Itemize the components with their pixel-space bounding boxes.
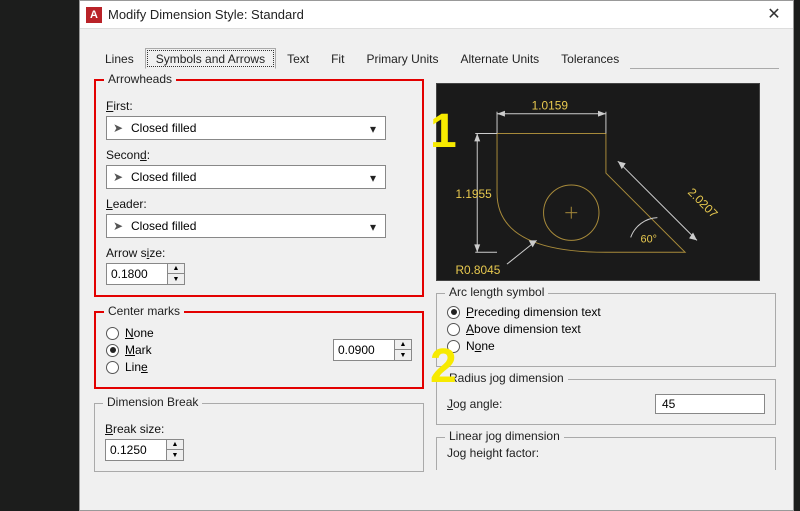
second-label: Second: xyxy=(106,148,412,162)
dimension-break-title: Dimension Break xyxy=(103,395,202,409)
arc-length-title: Arc length symbol xyxy=(445,285,548,299)
closed-filled-icon: ➤ xyxy=(113,170,125,184)
break-size-up[interactable]: ▲ xyxy=(167,440,183,450)
center-size-down[interactable]: ▼ xyxy=(395,350,411,360)
closed-filled-icon: ➤ xyxy=(113,121,125,135)
close-button[interactable]: ✕ xyxy=(759,3,789,25)
tab-alternate-units[interactable]: Alternate Units xyxy=(449,48,550,69)
jog-height-factor-label: Jog height factor: xyxy=(447,446,539,460)
center-line-radio[interactable]: Line xyxy=(106,360,333,374)
tab-symbols-arrows[interactable]: Symbols and Arrows xyxy=(145,48,276,69)
center-mark-radio[interactable]: Mark xyxy=(106,343,333,357)
tab-lines[interactable]: Lines xyxy=(94,48,145,69)
tab-text[interactable]: Text xyxy=(276,48,320,69)
arc-none-radio[interactable]: None xyxy=(447,339,765,353)
window-title: Modify Dimension Style: Standard xyxy=(108,7,304,22)
dimension-break-group: Dimension Break Break size: ▲ ▼ xyxy=(94,403,424,472)
center-size-up[interactable]: ▲ xyxy=(395,340,411,350)
radius-jog-title: Radius jog dimension xyxy=(445,371,568,385)
leader-label: Leader: xyxy=(106,197,412,211)
arc-length-group: Arc length symbol Preceding dimension te… xyxy=(436,293,776,367)
second-arrowhead-combo[interactable]: ➤ Closed filled ▾ xyxy=(106,165,386,189)
dimension-preview: 1.0159 1.1955 2.0207 60° xyxy=(436,83,760,281)
preview-dim-top: 1.0159 xyxy=(532,99,569,113)
arrow-size-input[interactable] xyxy=(107,264,167,284)
arc-above-radio[interactable]: Above dimension text xyxy=(447,322,765,336)
arrow-size-spinner[interactable]: ▲ ▼ xyxy=(106,263,185,285)
titlebar: A Modify Dimension Style: Standard ✕ xyxy=(80,1,793,29)
preview-dim-diag: 2.0207 xyxy=(685,185,721,221)
second-arrowhead-value: Closed filled xyxy=(131,170,196,184)
center-size-input[interactable] xyxy=(334,340,394,360)
center-marks-title: Center marks xyxy=(104,304,184,318)
center-none-radio[interactable]: None xyxy=(106,326,333,340)
tabstrip: Lines Symbols and Arrows Text Fit Primar… xyxy=(94,47,779,69)
jog-angle-label: Jog angle: xyxy=(447,397,502,411)
autocad-logo-icon: A xyxy=(86,7,102,23)
linear-jog-group: Linear jog dimension Jog height factor: xyxy=(436,437,776,470)
preview-dim-left: 1.1955 xyxy=(455,187,492,201)
break-size-input[interactable] xyxy=(106,440,166,460)
first-label: First: xyxy=(106,99,412,113)
break-size-spinner[interactable]: ▲ ▼ xyxy=(105,439,184,461)
left-column: Arrowheads First: ➤ Closed filled ▾ Seco… xyxy=(94,73,424,472)
arrow-size-up[interactable]: ▲ xyxy=(168,264,184,274)
arc-preceding-radio[interactable]: Preceding dimension text xyxy=(447,305,765,319)
arrowheads-group: Arrowheads First: ➤ Closed filled ▾ Seco… xyxy=(94,79,424,297)
chevron-down-icon: ▾ xyxy=(365,121,381,137)
arrow-size-down[interactable]: ▼ xyxy=(168,274,184,284)
radius-jog-group: Radius jog dimension Jog angle: xyxy=(436,379,776,425)
tab-primary-units[interactable]: Primary Units xyxy=(355,48,449,69)
first-arrowhead-value: Closed filled xyxy=(131,121,196,135)
leader-arrowhead-combo[interactable]: ➤ Closed filled ▾ xyxy=(106,214,386,238)
tab-tolerances[interactable]: Tolerances xyxy=(550,48,630,69)
leader-arrowhead-value: Closed filled xyxy=(131,219,196,233)
chevron-down-icon: ▾ xyxy=(365,219,381,235)
preview-dim-radius: R0.8045 xyxy=(455,263,500,277)
arrowheads-title: Arrowheads xyxy=(104,72,176,86)
tab-content: Arrowheads First: ➤ Closed filled ▾ Seco… xyxy=(80,69,793,89)
closed-filled-icon: ➤ xyxy=(113,219,125,233)
dimension-style-dialog: A Modify Dimension Style: Standard ✕ Lin… xyxy=(79,0,794,511)
center-marks-group: Center marks None Mark Line ▲ ▼ xyxy=(94,311,424,389)
break-size-label: Break size: xyxy=(105,422,413,436)
right-column: 1.0159 1.1955 2.0207 60° xyxy=(436,73,776,470)
preview-dim-angle: 60° xyxy=(641,233,657,245)
tab-fit[interactable]: Fit xyxy=(320,48,355,69)
center-size-spinner[interactable]: ▲ ▼ xyxy=(333,339,412,361)
chevron-down-icon: ▾ xyxy=(365,170,381,186)
break-size-down[interactable]: ▼ xyxy=(167,450,183,460)
jog-angle-input[interactable] xyxy=(655,394,765,414)
linear-jog-title: Linear jog dimension xyxy=(445,429,564,443)
first-arrowhead-combo[interactable]: ➤ Closed filled ▾ xyxy=(106,116,386,140)
arrow-size-label: Arrow size: xyxy=(106,246,412,260)
